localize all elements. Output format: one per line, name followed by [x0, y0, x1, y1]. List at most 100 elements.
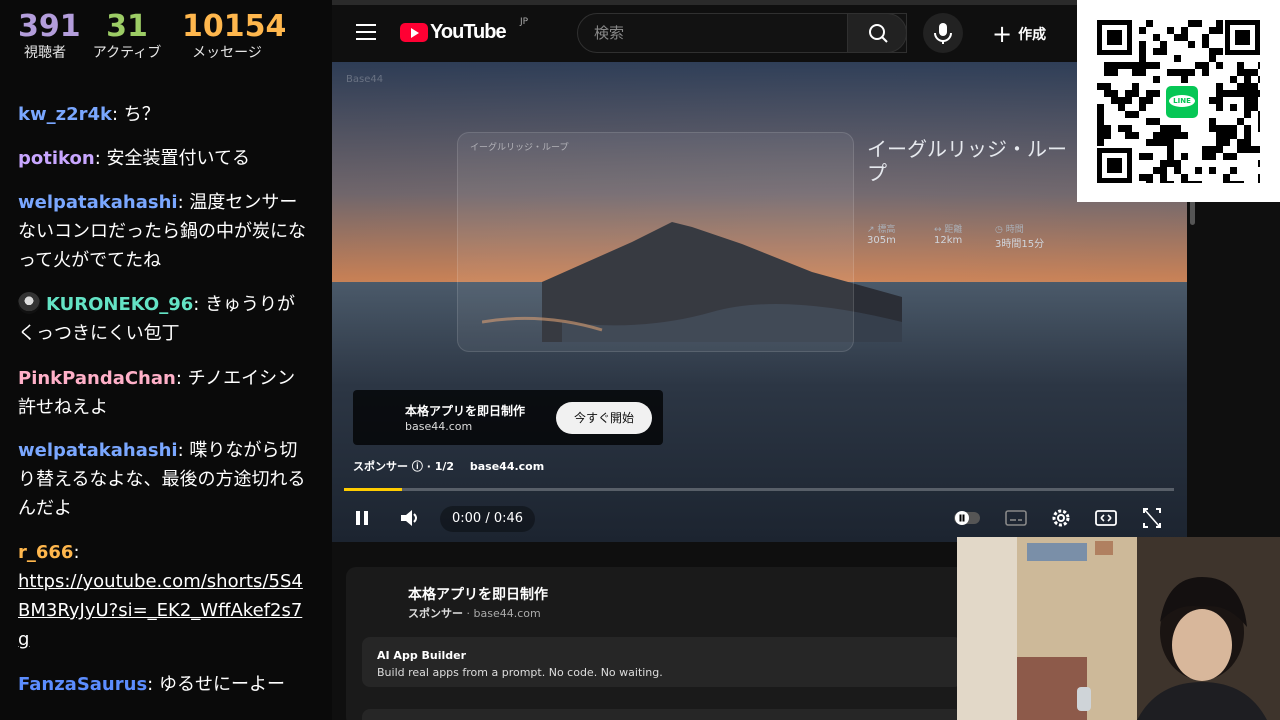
- qr-module: [1167, 139, 1174, 146]
- sponsor-info: スポンサー ⓘ · 1/2 base44.com: [353, 460, 545, 473]
- qr-module: [1125, 97, 1132, 104]
- qr-module: [1244, 125, 1251, 132]
- qr-module: [1223, 181, 1230, 183]
- qr-module: [1174, 55, 1181, 62]
- qr-module: [1146, 174, 1153, 181]
- ad-overlay[interactable]: 本格アプリを即日制作 base44.com 今すぐ開始: [353, 390, 663, 445]
- qr-module: [1258, 76, 1260, 83]
- qr-module: [1209, 55, 1216, 62]
- sponsored-action-button[interactable]: [362, 709, 962, 720]
- qr-module: [1244, 83, 1251, 90]
- chat-link[interactable]: https://youtube.com/shorts/5S4BM3RyJyU?s…: [18, 571, 303, 650]
- youtube-play-icon: [400, 23, 428, 42]
- qr-module: [1174, 34, 1181, 41]
- progress-bar[interactable]: [344, 488, 1174, 491]
- qr-module: [1167, 69, 1174, 76]
- qr-module: [1146, 90, 1153, 97]
- qr-module: [1216, 132, 1223, 139]
- qr-module: [1146, 139, 1153, 146]
- qr-module: [1104, 132, 1111, 139]
- chat-message: potikon: 安全装置付いてる: [18, 148, 250, 169]
- info-icon[interactable]: ⓘ: [412, 460, 423, 473]
- qr-module: [1237, 83, 1244, 90]
- chat-message: KURONEKO_96: きゅうりがくっつきにくい包丁: [18, 292, 296, 344]
- hamburger-menu-icon[interactable]: [356, 24, 376, 40]
- qr-module: [1111, 97, 1118, 104]
- chat-username: PinkPandaChan: [18, 368, 176, 389]
- subtitles-button[interactable]: [1004, 505, 1028, 531]
- qr-module: [1118, 125, 1125, 132]
- qr-module: [1111, 62, 1118, 69]
- qr-module: [1237, 62, 1244, 69]
- qr-module: [1153, 62, 1160, 69]
- qr-module: [1230, 125, 1237, 132]
- qr-module: [1153, 34, 1160, 41]
- qr-module: [1202, 62, 1209, 69]
- qr-module: [1244, 69, 1251, 76]
- chat-text: ゆるせにーよー: [158, 674, 285, 695]
- search-button[interactable]: [847, 13, 907, 53]
- qr-module: [1174, 160, 1181, 167]
- qr-module: [1195, 62, 1202, 69]
- qr-module: [1160, 174, 1167, 181]
- qr-module: [1209, 125, 1216, 132]
- pause-button[interactable]: [352, 505, 372, 531]
- gear-icon: [1052, 509, 1070, 527]
- qr-module: [1188, 181, 1195, 183]
- qr-module: [1097, 125, 1104, 132]
- volume-icon: [401, 510, 417, 526]
- volume-button[interactable]: [398, 505, 420, 531]
- qr-module: [1104, 125, 1111, 132]
- qr-module: [1237, 118, 1244, 125]
- qr-module: [1230, 90, 1237, 97]
- chat-username: kw_z2r4k: [18, 104, 112, 125]
- theater-mode-button[interactable]: [1094, 505, 1118, 531]
- video-watermark: Base44: [346, 74, 384, 85]
- qr-module: [1153, 76, 1160, 83]
- qr-module: [1167, 160, 1174, 167]
- qr-module: [1216, 62, 1223, 69]
- start-now-button[interactable]: 今すぐ開始: [556, 402, 652, 434]
- qr-module: [1230, 132, 1237, 139]
- viewer-count: 391 視聴者: [18, 9, 81, 62]
- create-button[interactable]: + 作成: [992, 19, 1046, 49]
- qr-module: [1174, 69, 1181, 76]
- fullscreen-button[interactable]: [1140, 505, 1164, 531]
- line-icon: LINE: [1163, 83, 1201, 121]
- qr-module: [1125, 111, 1132, 118]
- qr-module: [1153, 139, 1160, 146]
- video-player[interactable]: Base44 イーグルリッジ・ループ イーグルリッジ・ループ ↗ 標高 305m …: [332, 62, 1187, 542]
- qr-module: [1181, 153, 1188, 160]
- qr-module: [1181, 174, 1188, 181]
- pause-icon: [356, 511, 368, 525]
- chat-message: kw_z2r4k: ち？: [18, 104, 160, 125]
- qr-module: [1251, 97, 1258, 104]
- trail-stat: ↗ 標高 305m: [867, 225, 896, 246]
- qr-module: [1118, 62, 1125, 69]
- qr-module: [1146, 20, 1153, 27]
- qr-module: [1153, 167, 1160, 174]
- sponsored-card[interactable]: 本格アプリを即日制作 スポンサー · base44.com AI App Bui…: [346, 567, 966, 720]
- settings-button[interactable]: [1049, 505, 1073, 531]
- qr-module: [1097, 139, 1104, 146]
- chat-username: FanzaSaurus: [18, 674, 148, 695]
- qr-module: [1160, 167, 1167, 174]
- autoplay-toggle[interactable]: [952, 505, 982, 531]
- qr-module: [1167, 132, 1174, 139]
- qr-module: [1188, 41, 1195, 48]
- chat-username: r_666: [18, 542, 74, 563]
- qr-module: [1251, 90, 1258, 97]
- qr-module: [1125, 125, 1132, 132]
- qr-module: [1167, 146, 1174, 153]
- qr-module: [1216, 104, 1223, 111]
- chat-message: r_666: https://youtube.com/shorts/5S4BM3…: [18, 542, 303, 650]
- scrollbar[interactable]: [1190, 200, 1195, 225]
- voice-search-button[interactable]: [923, 13, 963, 53]
- qr-module: [1146, 153, 1153, 160]
- ai-app-builder-info[interactable]: AI App Builder Build real apps from a pr…: [362, 637, 962, 687]
- qr-module: [1153, 90, 1160, 97]
- qr-module: [1258, 111, 1260, 118]
- qr-module: [1097, 83, 1104, 90]
- qr-module: [1146, 118, 1153, 125]
- qr-module: [1132, 62, 1139, 69]
